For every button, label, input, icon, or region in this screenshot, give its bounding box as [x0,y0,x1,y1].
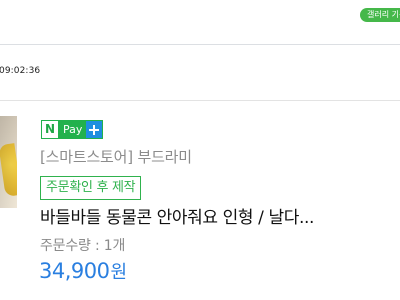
price-value: 34,900 [39,259,110,283]
thumbnail-shade [0,116,17,208]
price-unit: 원 [110,262,128,283]
custom-order-tag: 주문확인 후 제작 [40,176,142,200]
order-detail-screen: 갤러리 기능설 09:02:36 N Pay [스마트스토어] 부드라미 주문확… [0,0,400,300]
store-name[interactable]: [스마트스토어] 부드라미 [40,146,192,167]
npay-logo-pay: Pay [63,123,83,136]
npay-plus-badge: N Pay [41,120,104,139]
top-header: 갤러리 기능설 [0,0,400,45]
plus-icon [86,121,103,138]
gallery-feature-badge[interactable]: 갤러리 기능설 [360,8,400,22]
order-time: 09:02:36 [0,66,41,76]
npay-logo-n: N [42,121,58,138]
product-thumbnail[interactable] [0,116,17,208]
product-title[interactable]: 바들바들 동물콘 안아줘요 인형 / 날다... [40,203,392,228]
product-price: 34,900원 [39,258,127,284]
order-quantity: 주문수량 : 1개 [40,238,126,254]
section-divider [0,100,400,101]
